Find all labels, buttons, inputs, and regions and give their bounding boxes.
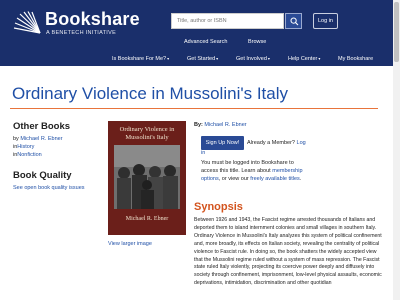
search-button[interactable] [285, 13, 302, 29]
advanced-search-link[interactable]: Advanced Search [184, 39, 227, 45]
book-quality-link[interactable]: See open book quality issues [13, 185, 85, 191]
title-divider [10, 108, 378, 109]
or-view-text: , or view our [218, 176, 249, 182]
nav-is-bookshare-for-me[interactable]: Is Bookshare For Me?▾ [112, 56, 169, 62]
cover-title: Ordinary Violence in Mussolini's Italy [119, 126, 175, 141]
by-label: By: [194, 122, 203, 128]
log-in-link-part1[interactable]: Log [297, 140, 306, 146]
other-books-history: inHistory [13, 144, 34, 150]
nav-get-started[interactable]: Get Started▾ [187, 56, 218, 62]
nav-label: Get Involved [236, 56, 267, 62]
already-member-line: Already a Member? Log [247, 140, 306, 146]
log-in-link-part2[interactable]: in [201, 150, 205, 156]
main-nav: Is Bookshare For Me?▾ Get Started▾ Get I… [0, 53, 400, 66]
chevron-down-icon: ▾ [216, 56, 219, 61]
browse-link[interactable]: Browse [248, 39, 266, 45]
login-button[interactable]: Log in [313, 13, 338, 29]
page-title: Ordinary Violence in Mussolini's Italy [12, 84, 288, 103]
nav-get-involved[interactable]: Get Involved▾ [236, 56, 270, 62]
other-books-nonfiction: inNonfiction [13, 152, 42, 158]
category-history-link[interactable]: History [17, 144, 34, 150]
cover-author: Michael R. Ebner [125, 216, 169, 222]
page-scrollbar[interactable] [393, 0, 400, 300]
sign-up-button[interactable]: Sign Up Now! [201, 136, 244, 150]
chevron-down-icon: ▾ [267, 56, 270, 61]
view-larger-image-link[interactable]: View larger image [108, 241, 152, 247]
by-prefix: by [13, 136, 19, 142]
cover-crowd-image [114, 145, 180, 209]
nav-label: Is Bookshare For Me? [112, 56, 167, 62]
already-member-text: Already a Member? [247, 140, 295, 146]
nav-label: Help Center [288, 56, 318, 62]
search-icon [290, 17, 299, 26]
nav-label: Get Started [187, 56, 216, 62]
cover-photo [114, 145, 180, 209]
other-books-by: by Michael R. Ebner [13, 136, 63, 142]
chevron-down-icon: ▾ [318, 56, 321, 61]
synopsis-text: Between 1926 and 1943, the Fascist regim… [194, 217, 382, 287]
synopsis-heading: Synopsis [194, 201, 243, 213]
category-nonfiction-link[interactable]: Nonfiction [17, 152, 41, 158]
freely-available-link[interactable]: freely available titles [250, 176, 300, 182]
book-quality-heading: Book Quality [13, 170, 72, 181]
logo-name: Bookshare [45, 9, 140, 29]
author-books-link[interactable]: Michael R. Ebner [20, 136, 62, 142]
logo-tagline: A BENETECH INITIATIVE [46, 30, 117, 36]
nav-help-center[interactable]: Help Center▾ [288, 56, 320, 62]
login-required-message: You must be logged into Bookshare to acc… [201, 159, 309, 183]
other-books-heading: Other Books [13, 121, 71, 132]
site-header: Bookshare A BENETECH INITIATIVE Log in A… [0, 0, 400, 66]
period-text: . [299, 176, 302, 182]
fan-logo-icon [13, 11, 41, 34]
nav-my-bookshare[interactable]: My Bookshare [338, 56, 373, 62]
book-cover[interactable]: Ordinary Violence in Mussolini's Italy M… [108, 121, 186, 235]
nav-label: My Bookshare [338, 56, 374, 62]
author-link[interactable]: Michael R. Ebner [204, 122, 246, 128]
scrollbar-thumb[interactable] [394, 2, 399, 62]
author-line: By: Michael R. Ebner [194, 122, 247, 128]
chevron-down-icon: ▾ [167, 56, 170, 61]
book-quality-row: See open book quality issues [13, 185, 85, 191]
search-input[interactable] [171, 13, 284, 29]
